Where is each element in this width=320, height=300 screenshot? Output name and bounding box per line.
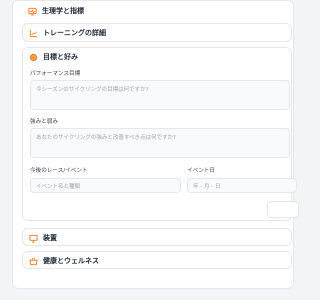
- section-wellness-title: 健康とウェルネス: [43, 257, 99, 265]
- heart-monitor-icon: [28, 7, 37, 16]
- performance-goal-label: パフォーマンス目標: [30, 71, 81, 77]
- goals-action-button[interactable]: [267, 201, 299, 218]
- event-date-label: イベント日: [187, 168, 215, 174]
- section-equipment[interactable]: 装置: [22, 228, 292, 246]
- upcoming-race-label: 今後のレース/イベント: [30, 168, 88, 174]
- upcoming-race-input[interactable]: イベント名と種類: [30, 178, 181, 193]
- section-equipment-header[interactable]: 装置: [23, 229, 291, 247]
- monitor-icon: [29, 234, 38, 243]
- section-goals: 目標と好み パフォーマンス目標 今シーズンのサイクリングの目標は何ですか? 強み…: [22, 47, 299, 221]
- line-chart-icon: [29, 29, 38, 38]
- section-training[interactable]: トレーニングの詳細: [22, 23, 292, 42]
- section-physiology[interactable]: 生理学と指標: [22, 2, 292, 20]
- section-wellness-header[interactable]: 健康とウェルネス: [23, 252, 291, 270]
- performance-goal-textarea[interactable]: 今シーズンのサイクリングの目標は何ですか?: [30, 80, 290, 110]
- basket-icon: [29, 257, 38, 266]
- section-goals-header[interactable]: 目標と好み: [23, 48, 291, 66]
- section-physiology-header[interactable]: 生理学と指標: [22, 2, 292, 20]
- section-wellness[interactable]: 健康とウェルネス: [22, 251, 292, 269]
- event-date-input[interactable]: 年 - 月 - 日: [187, 178, 297, 193]
- strengths-weaknesses-label: 強みと弱み: [30, 119, 58, 125]
- section-goals-title: 目標と好み: [43, 53, 78, 61]
- section-equipment-title: 装置: [43, 234, 57, 242]
- section-physiology-title: 生理学と指標: [42, 7, 84, 15]
- section-training-header[interactable]: トレーニングの詳細: [23, 24, 291, 42]
- target-icon: [29, 53, 38, 62]
- section-training-title: トレーニングの詳細: [43, 29, 106, 37]
- strengths-weaknesses-textarea[interactable]: あなたのサイクリングの強みと改善すべき点は何ですか?: [30, 128, 290, 158]
